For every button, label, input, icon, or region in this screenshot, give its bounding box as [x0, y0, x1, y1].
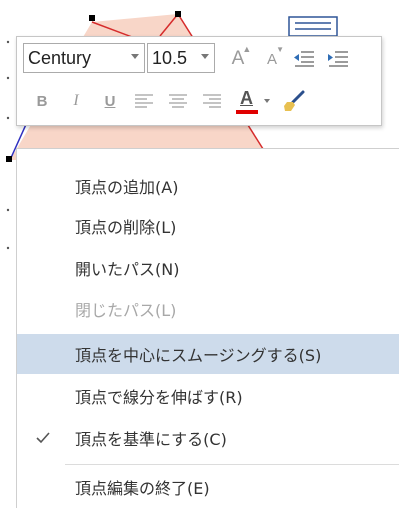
vertex-context-menu: 頂点の追加(A) 頂点の削除(L) 開いたパス(N) 閉じたパス(L) 頂点を中… [16, 148, 399, 508]
menu-item-corner-point[interactable]: 頂点を基準にする(C) [17, 418, 399, 458]
menu-item-label: 頂点編集の終了(E) [75, 479, 210, 498]
chevron-down-icon[interactable] [264, 99, 270, 103]
align-left-button[interactable] [129, 85, 159, 117]
grow-font-button[interactable]: A ▲ [223, 43, 253, 75]
menu-item-label: 頂点を中心にスムージングする(S) [75, 346, 322, 365]
font-name-combo[interactable]: Century [23, 43, 145, 73]
marker-dot-1 [6, 40, 10, 44]
underline-button[interactable]: U [95, 85, 125, 117]
vertex-handle-1[interactable] [89, 15, 95, 21]
toolbar-row-2: B I U A [17, 83, 381, 123]
format-painter-button[interactable] [279, 85, 309, 117]
menu-item-close-path: 閉じたパス(L) [17, 289, 399, 329]
menu-item-straight-point[interactable]: 頂点で線分を伸ばす(R) [17, 376, 399, 416]
increase-indent-button[interactable] [323, 43, 353, 75]
bold-icon: B [36, 92, 48, 110]
align-center-icon [169, 94, 187, 108]
menu-item-delete-vertex[interactable]: 頂点の削除(L) [17, 206, 399, 246]
align-left-icon [135, 94, 153, 108]
menu-separator [65, 464, 399, 465]
align-right-button[interactable] [197, 85, 227, 117]
chevron-down-icon[interactable] [201, 54, 209, 59]
align-center-button[interactable] [163, 85, 193, 117]
font-size-combo[interactable]: 10.5 [147, 43, 215, 73]
vertex-handle-3[interactable] [6, 156, 12, 162]
grow-font-icon: A ▲ [231, 44, 252, 69]
menu-item-exit-edit-points[interactable]: 頂点編集の終了(E) [17, 467, 399, 507]
vertex-handle-2[interactable] [175, 11, 181, 17]
marker-dot-2 [6, 76, 10, 80]
decrease-indent-icon [294, 51, 314, 67]
menu-item-label: 頂点で線分を伸ばす(R) [75, 388, 243, 407]
italic-icon: I [73, 92, 79, 109]
shrink-font-icon: A ▼ [266, 44, 284, 68]
menu-item-label: 頂点を基準にする(C) [75, 430, 227, 449]
font-color-icon: A [234, 88, 260, 114]
checkmark-icon [36, 432, 50, 444]
menu-item-label: 頂点の追加(A) [75, 178, 179, 197]
format-painter-icon [284, 90, 305, 111]
font-size-value: 10.5 [152, 47, 188, 68]
menu-item-label: 開いたパス(N) [75, 260, 180, 279]
menu-item-open-path[interactable]: 開いたパス(N) [17, 248, 399, 288]
decrease-indent-button[interactable] [289, 43, 319, 75]
text-box-icon [288, 16, 338, 37]
mini-toolbar: Century 10.5 A ▲ A ▼ B I U A [16, 36, 382, 126]
marker-dot-5 [6, 246, 10, 250]
increase-indent-icon [328, 51, 348, 67]
marker-dot-3 [6, 116, 10, 120]
underline-icon: U [104, 92, 116, 110]
menu-item-add-vertex[interactable]: 頂点の追加(A) [17, 166, 399, 206]
font-color-swatch [236, 110, 258, 114]
font-name-value: Century [28, 47, 92, 68]
chevron-down-icon[interactable] [131, 54, 139, 59]
menu-item-label: 閉じたパス(L) [75, 301, 177, 320]
menu-item-label: 頂点の削除(L) [75, 218, 177, 237]
menu-item-smooth-point[interactable]: 頂点を中心にスムージングする(S) [17, 334, 399, 374]
align-right-icon [203, 94, 221, 108]
bold-button[interactable]: B [27, 85, 57, 117]
italic-button[interactable]: I [61, 85, 91, 117]
shrink-font-button[interactable]: A ▼ [257, 43, 287, 75]
marker-dot-4 [6, 208, 10, 212]
toolbar-row-1: Century 10.5 A ▲ A ▼ [17, 41, 381, 81]
font-color-button[interactable]: A [231, 85, 273, 117]
